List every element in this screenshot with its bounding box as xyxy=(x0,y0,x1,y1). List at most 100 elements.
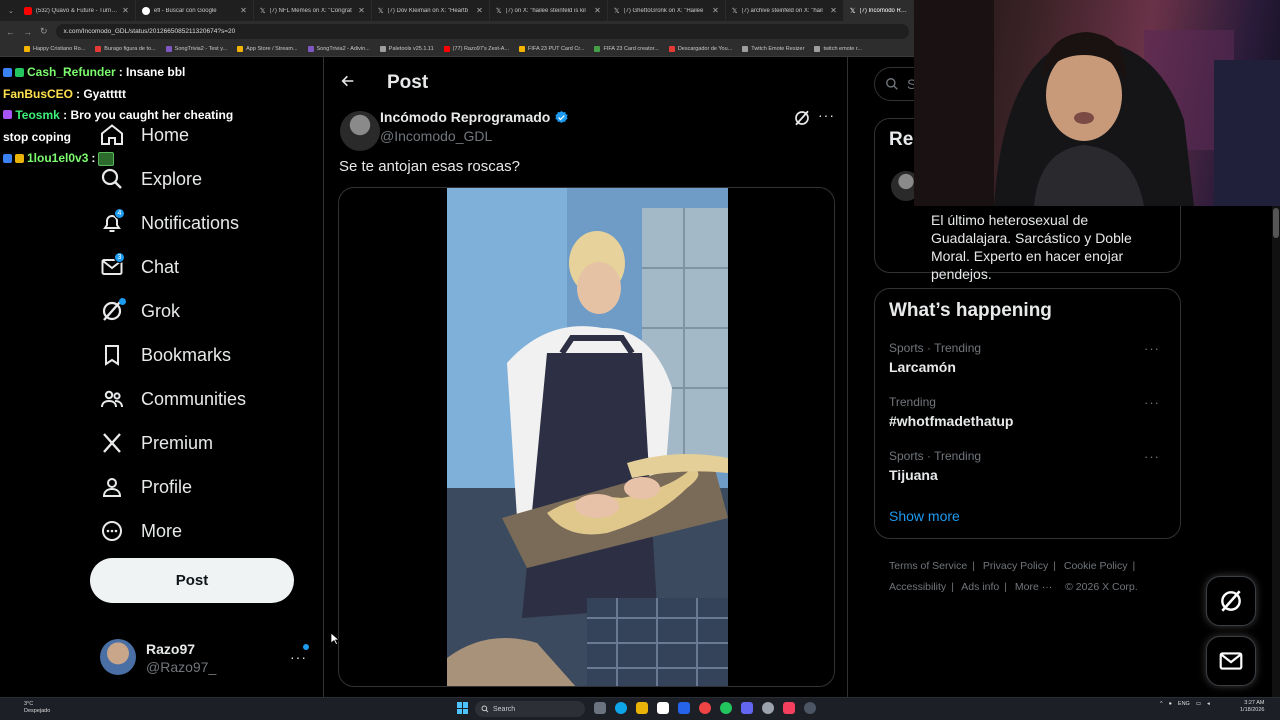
close-tab-icon[interactable]: ✕ xyxy=(830,6,837,15)
browser-tab[interactable]: efl - Buscar con Google ✕ xyxy=(136,0,254,21)
tray-chevron-icon[interactable]: ^ xyxy=(1160,701,1163,707)
scrollbar-thumb[interactable] xyxy=(1273,208,1279,238)
nav-bookmarks[interactable]: Bookmarks xyxy=(100,343,231,367)
volume-icon[interactable]: ◂ xyxy=(1207,701,1210,707)
page-scrollbar[interactable] xyxy=(1272,206,1280,697)
trend-more-icon[interactable]: ··· xyxy=(1144,395,1160,410)
trend-more-icon[interactable]: ··· xyxy=(1144,341,1160,356)
bookmark-item[interactable]: twitch emote r... xyxy=(814,46,862,52)
bookmark-item[interactable]: Descargador de You... xyxy=(668,46,732,52)
store-icon[interactable] xyxy=(657,702,669,714)
bookmark-favicon-icon xyxy=(594,46,601,52)
windows-taskbar: 3°C Despejado Search ^ ● ENG ▭ ◂ 3:27 AM… xyxy=(0,697,1280,720)
tab-list-chevron-icon[interactable]: ⌄ xyxy=(4,7,18,15)
more-dots-icon[interactable]: ··· xyxy=(290,649,307,665)
messages-floating-button[interactable] xyxy=(1206,636,1256,686)
bookmark-item[interactable]: FIFA 23 PUT Card Cr... xyxy=(519,46,584,52)
language-indicator[interactable]: ENG xyxy=(1178,701,1190,707)
grok-floating-button[interactable] xyxy=(1206,576,1256,626)
url-input[interactable]: x.com/Incomodo_GDL/status/20126650852113… xyxy=(55,24,909,39)
author-name[interactable]: Incómodo Reprogramado xyxy=(380,109,569,125)
account-switcher[interactable]: Razo97 @Razo97_ ··· xyxy=(100,639,315,675)
close-tab-icon[interactable]: ✕ xyxy=(122,6,129,15)
accessibility-link[interactable]: Accessibility xyxy=(889,581,946,593)
nav-notifications[interactable]: 4 Notifications xyxy=(100,208,239,235)
privacy-link[interactable]: Privacy Policy xyxy=(983,560,1048,572)
post-media[interactable] xyxy=(338,187,835,687)
browser-tab-active[interactable]: 𝕏 (7) Incómodo Rep xyxy=(843,0,914,21)
bookmark-item[interactable]: SongTrivia2 - Adivin... xyxy=(307,46,370,52)
mail-app-icon[interactable] xyxy=(678,702,690,714)
grok-explain-icon[interactable] xyxy=(793,109,811,127)
mail-icon-wrap: 3 xyxy=(100,252,125,279)
task-view-icon[interactable] xyxy=(594,702,606,714)
nav-communities[interactable]: Communities xyxy=(100,387,246,411)
reload-icon[interactable]: ↻ xyxy=(40,26,48,37)
bookmark-item[interactable]: App Store / Stream... xyxy=(237,46,298,52)
trend-name: Larcamón xyxy=(889,359,956,375)
trend-item[interactable]: Sports · Trending Tijuana ··· xyxy=(889,449,1169,483)
post-photo[interactable] xyxy=(447,188,728,686)
chrome-icon[interactable] xyxy=(699,702,711,714)
nav-more[interactable]: More xyxy=(100,519,182,543)
bookmark-item[interactable]: Happy Cristiano Ro... xyxy=(24,46,85,52)
post-button[interactable]: Post xyxy=(90,558,294,603)
post-more-icon[interactable]: ··· xyxy=(818,107,835,123)
browser-tab[interactable]: 𝕏 (7) Dov Kleiman on X: "Heartb ✕ xyxy=(372,0,490,21)
nav-premium[interactable]: Premium xyxy=(100,431,213,455)
network-icon[interactable]: ▭ xyxy=(1196,701,1201,707)
bookmark-item[interactable]: Paletools v25.1.11 xyxy=(379,46,434,52)
spotify-icon[interactable] xyxy=(720,702,732,714)
nav-grok[interactable]: Grok xyxy=(100,298,180,323)
close-tab-icon[interactable]: ✕ xyxy=(358,6,365,15)
edge-icon[interactable] xyxy=(615,702,627,714)
nav-profile[interactable]: Profile xyxy=(100,475,192,499)
file-explorer-icon[interactable] xyxy=(636,702,648,714)
show-more-link[interactable]: Show more xyxy=(889,508,960,524)
chat-message: Cash_Refunder : Insane bbl xyxy=(0,62,240,84)
obs-icon[interactable] xyxy=(762,702,774,714)
nav-explore[interactable]: Explore xyxy=(100,167,202,191)
discord-icon[interactable] xyxy=(741,702,753,714)
nav-chat[interactable]: 3 Chat xyxy=(100,252,179,279)
bookmark-item[interactable]: Twitch Emote Resizer xyxy=(742,46,804,52)
cookie-link[interactable]: Cookie Policy xyxy=(1064,560,1128,572)
close-tab-icon[interactable]: ✕ xyxy=(240,6,247,15)
bookmark-label: Burago figura de to... xyxy=(104,46,156,52)
app-icon[interactable] xyxy=(804,702,816,714)
close-tab-icon[interactable]: ✕ xyxy=(476,6,483,15)
terms-link[interactable]: Terms of Service xyxy=(889,560,967,572)
back-arrow-icon[interactable] xyxy=(340,73,356,94)
browser-tab[interactable]: 𝕏 (7) archive steinfeld on X: "hail ✕ xyxy=(726,0,844,21)
back-nav-icon[interactable]: ← xyxy=(6,27,15,37)
author-handle[interactable]: @Incomodo_GDL xyxy=(380,128,492,144)
bookmark-item[interactable]: FIFA 23 Card creator... xyxy=(594,46,659,52)
bookmark-item[interactable]: Burago figura de to... xyxy=(95,46,156,52)
forward-nav-icon[interactable]: → xyxy=(23,27,32,37)
bookmark-label: (77) Razo97's Zest-A... xyxy=(452,46,510,52)
bookmark-item[interactable]: (77) Razo97's Zest-A... xyxy=(443,46,510,52)
close-tab-icon[interactable]: ✕ xyxy=(712,6,719,15)
browser-tab[interactable]: 𝕏 (7) NFL Memes on X: "Congrat ✕ xyxy=(254,0,372,21)
author-avatar[interactable] xyxy=(340,111,380,151)
footer-more-link[interactable]: More ··· xyxy=(1015,581,1052,593)
trend-meta: Sports · Trending xyxy=(889,449,982,463)
windows-start-icon[interactable] xyxy=(457,702,469,714)
browser-tab[interactable]: 𝕏 (7) on X: "hailee steinfeld is kil ✕ xyxy=(490,0,608,21)
taskbar-clock[interactable]: 3:27 AM 1/18/2026 xyxy=(1240,700,1264,714)
close-tab-icon[interactable]: ✕ xyxy=(594,6,601,15)
mic-icon[interactable]: ● xyxy=(1169,701,1172,707)
bookmark-item[interactable]: SongTrivia2 - Test y... xyxy=(165,46,227,52)
person-icon xyxy=(102,478,122,497)
ads-info-link[interactable]: Ads info xyxy=(961,581,999,593)
trend-more-icon[interactable]: ··· xyxy=(1144,449,1160,464)
weather-widget[interactable]: 3°C Despejado xyxy=(24,701,50,715)
browser-tab[interactable]: 𝕏 (7) GhettoGronk on X: "Hailee ✕ xyxy=(608,0,726,21)
music-app-icon[interactable] xyxy=(783,702,795,714)
browser-tab[interactable]: (532) Quavo & Future - Turn Yo ✕ xyxy=(18,0,136,21)
trend-item[interactable]: Sports · Trending Larcamón ··· xyxy=(889,341,1169,375)
author-name-text: Incómodo Reprogramado xyxy=(380,109,551,125)
taskbar-search[interactable]: Search xyxy=(475,701,585,717)
trend-item[interactable]: Trending #whotfmadethatup ··· xyxy=(889,395,1169,429)
x-favicon-icon: 𝕏 xyxy=(613,7,620,15)
